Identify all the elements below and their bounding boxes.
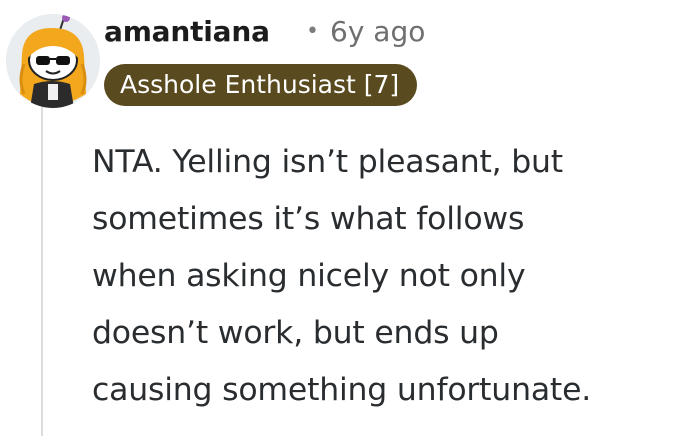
- user-flair-badge: Asshole Enthusiast [7]: [104, 64, 418, 106]
- comment-timestamp[interactable]: 6y ago: [330, 12, 425, 52]
- meta-separator: •: [306, 19, 319, 44]
- snoo-avatar-sunglasses-icon: [6, 14, 100, 108]
- comment-body-line: when asking nicely not only: [92, 258, 526, 294]
- comment-body-line: doesn’t work, but ends up: [92, 315, 499, 351]
- thread-line[interactable]: [41, 104, 43, 436]
- comment-body: NTA. Yelling isn’t pleasant, but sometim…: [92, 134, 692, 419]
- comment-body-line: NTA. Yelling isn’t pleasant, but: [92, 144, 563, 180]
- comment-username[interactable]: amantiana: [104, 12, 270, 52]
- comment-body-line: sometimes it’s what follows: [92, 201, 525, 237]
- comment-body-line: causing something unfortunate.: [92, 372, 592, 408]
- user-avatar[interactable]: [6, 14, 100, 108]
